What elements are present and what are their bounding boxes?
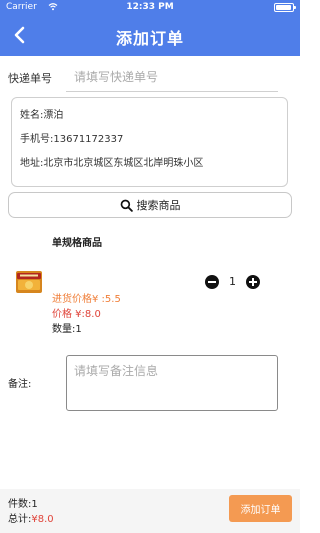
remark-label: 备注: <box>8 379 32 390</box>
page-title: 添加订单 <box>115 29 184 48</box>
search-products-button[interactable]: 搜索商品 <box>8 192 292 218</box>
product-quantity: 数量:1 <box>52 324 82 335</box>
recipient-name: 姓名:漂泊 <box>20 110 64 121</box>
plus-icon[interactable] <box>246 275 260 289</box>
product-image <box>16 271 42 293</box>
remark-input[interactable] <box>66 355 278 411</box>
product-section-title: 单规格商品 <box>52 238 102 249</box>
order-footer: 件数:1 总计:¥8.0 添加订单 <box>0 489 300 533</box>
nav-bar: 添加订单 <box>0 14 300 56</box>
total-value: ¥8.0 <box>31 514 54 525</box>
item-count: 件数:1 <box>8 499 38 510</box>
search-icon <box>120 199 133 212</box>
total-label: 总计: <box>8 514 32 525</box>
status-bar: Carrier 12:33 PM <box>0 0 300 14</box>
quantity-stepper: 1 <box>205 275 260 291</box>
search-products-label: 搜索商品 <box>136 199 181 212</box>
recipient-phone: 手机号:13671172337 <box>20 134 124 145</box>
tracking-number-input[interactable] <box>66 62 278 92</box>
order-total: 总计:¥8.0 <box>8 510 54 525</box>
product-price: 价格 ¥:8.0 <box>52 309 101 320</box>
recipient-address: 地址:北京市北京城区东城区北岸明珠小区 <box>20 158 204 169</box>
minus-icon[interactable] <box>205 275 219 289</box>
status-time: 12:33 PM <box>126 2 174 12</box>
battery-icon <box>274 3 296 12</box>
add-order-button[interactable]: 添加订单 <box>229 495 292 522</box>
tracking-number-label: 快递单号 <box>8 72 52 85</box>
stepper-value: 1 <box>229 275 236 288</box>
wholesale-price: 进货价格¥ :5.5 <box>52 294 121 305</box>
address-card[interactable]: 姓名:漂泊 手机号:13671172337 地址:北京市北京城区东城区北岸明珠小… <box>11 97 288 187</box>
